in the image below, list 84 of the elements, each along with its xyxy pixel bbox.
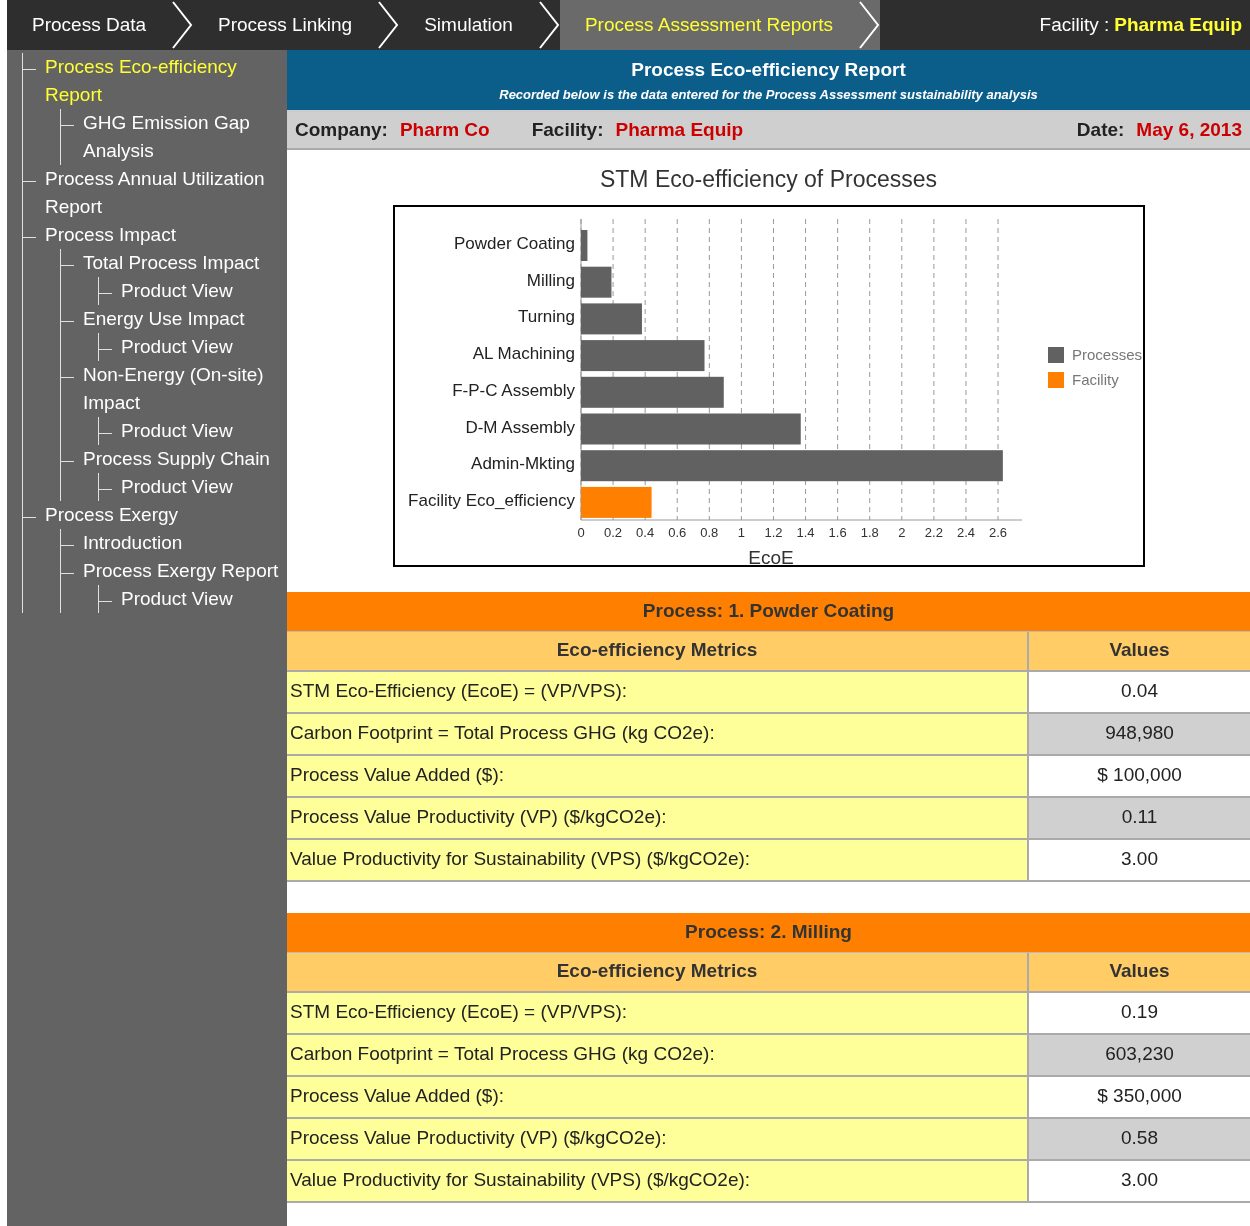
tick-label: 2.2 (924, 524, 943, 540)
tick-label: 2.4 (956, 524, 975, 540)
table-cell: Process Value Productivity (VP) ($/kgCO2e): (287, 797, 1029, 840)
column-header: Values (1029, 631, 1250, 672)
chart-title: STM Eco-efficiency of Processes (600, 165, 937, 194)
nav-tab[interactable]: Simulation (399, 0, 538, 50)
column-header: Eco-efficiency Metrics (287, 952, 1029, 993)
sidebar-item[interactable]: Product View (121, 473, 283, 501)
legend-label: Facility (1071, 370, 1119, 388)
tick-label: 2.6 (988, 524, 1007, 540)
table-cell: STM Eco-Efficiency (EcoE) = (VP/VPS): (287, 671, 1029, 714)
sidebar-item[interactable]: Introduction (83, 529, 283, 557)
facility-value: Pharma Equip (615, 117, 744, 142)
sidebar-item[interactable]: Product View (121, 277, 283, 305)
tick-label: 0.2 (603, 524, 622, 540)
facility-label: Facility: (531, 117, 604, 142)
axis-label: EcoE (747, 546, 794, 567)
category-label: Admin-Mkting (470, 453, 575, 473)
column-header: Eco-efficiency Metrics (287, 631, 1029, 672)
sidebar-item[interactable]: Process Supply Chain (83, 445, 283, 473)
nav-tab[interactable]: Process Data (7, 0, 172, 50)
table-cell: 603,230 (1029, 1034, 1250, 1077)
table-cell: STM Eco-Efficiency (EcoE) = (VP/VPS): (287, 992, 1029, 1035)
tick-label: 0 (576, 524, 585, 540)
nav-tab[interactable]: Process Assessment Reports (559, 0, 859, 50)
company-label: Company: (295, 117, 388, 142)
date-value: May 6, 2013 (1136, 117, 1242, 142)
facility-label: Facility : (1039, 12, 1110, 37)
process-header: Process: 2. Milling (287, 912, 1250, 953)
sidebar-item[interactable]: Non-Energy (On-site) Impact (83, 361, 283, 417)
sidebar-item[interactable]: Process Eco-efficiency Report (45, 53, 283, 109)
sidebar-item[interactable]: Product View (121, 417, 283, 445)
table-cell: Value Productivity for Sustainability (VPS) ($/kgCO2e): (287, 1160, 1029, 1203)
category-label: Facility Eco_efficiency (407, 490, 575, 510)
table-cell: Process Value Added ($): (287, 755, 1029, 798)
process-header: Process: 1. Powder Coating (287, 591, 1250, 632)
table-cell: 948,980 (1029, 713, 1250, 756)
tick-label: 1.6 (828, 524, 847, 540)
category-label: Milling (526, 270, 575, 290)
table-cell: Carbon Footprint = Total Process GHG (kg CO2e): (287, 1034, 1029, 1077)
legend-label: Processes (1071, 345, 1142, 363)
table-cell: 0.11 (1029, 797, 1250, 840)
tick-label: 1.4 (796, 524, 815, 540)
company-value: Pharm Co (399, 117, 490, 142)
tick-label: 2 (897, 524, 905, 540)
tick-label: 1 (737, 524, 745, 540)
tick-label: 0.4 (635, 524, 654, 540)
facility-value: Pharma Equip (1114, 12, 1242, 37)
table-cell: 0.58 (1029, 1118, 1250, 1161)
bar (580, 302, 642, 334)
sidebar-item[interactable]: Energy Use Impact (83, 305, 283, 333)
sidebar-item[interactable]: Process Annual Utilization Report (45, 165, 283, 221)
category-label: AL Machining (472, 343, 575, 363)
category-label: Powder Coating (453, 233, 575, 253)
category-label: F-P-C Assembly (451, 380, 575, 400)
chevron-icon (377, 0, 400, 50)
tick-label: 1.2 (763, 524, 782, 540)
bar (580, 486, 652, 518)
category-label: D-M Assembly (464, 417, 575, 436)
column-header: Values (1029, 952, 1250, 993)
nav-tab[interactable]: Process Linking (193, 0, 378, 50)
table-cell: Carbon Footprint = Total Process GHG (kg CO2e): (287, 713, 1029, 756)
bar (580, 266, 611, 298)
table-cell: Process Value Added ($): (287, 1076, 1029, 1119)
chevron-icon (171, 0, 194, 50)
sidebar-item[interactable]: Process Impact (45, 221, 283, 249)
chevron-icon (858, 0, 881, 50)
sidebar-item[interactable]: Process Exergy Report (83, 557, 283, 585)
sidebar-item[interactable]: Process Exergy (45, 501, 283, 529)
category-label: Turning (517, 306, 575, 326)
table-cell: Value Productivity for Sustainability (VPS) ($/kgCO2e): (287, 839, 1029, 882)
chevron-icon (537, 0, 560, 50)
tick-label: 0.8 (699, 524, 718, 540)
report-subtitle: Recorded below is the data entered for the Process Assessment sustainability analysis (499, 85, 1038, 104)
tick-label: 0.6 (667, 524, 686, 540)
sidebar-item[interactable]: Total Process Impact (83, 249, 283, 277)
bar (580, 229, 587, 261)
table-cell: Process Value Productivity (VP) ($/kgCO2e): (287, 1118, 1029, 1161)
sidebar-item[interactable]: GHG Emission Gap Analysis (83, 109, 283, 165)
tick-label: 1.8 (860, 524, 879, 540)
sidebar-item[interactable]: Product View (121, 333, 283, 361)
date-label: Date: (1076, 117, 1125, 142)
sidebar-item[interactable]: Product View (121, 585, 283, 613)
report-title: Process Eco-efficiency Report (631, 58, 906, 82)
